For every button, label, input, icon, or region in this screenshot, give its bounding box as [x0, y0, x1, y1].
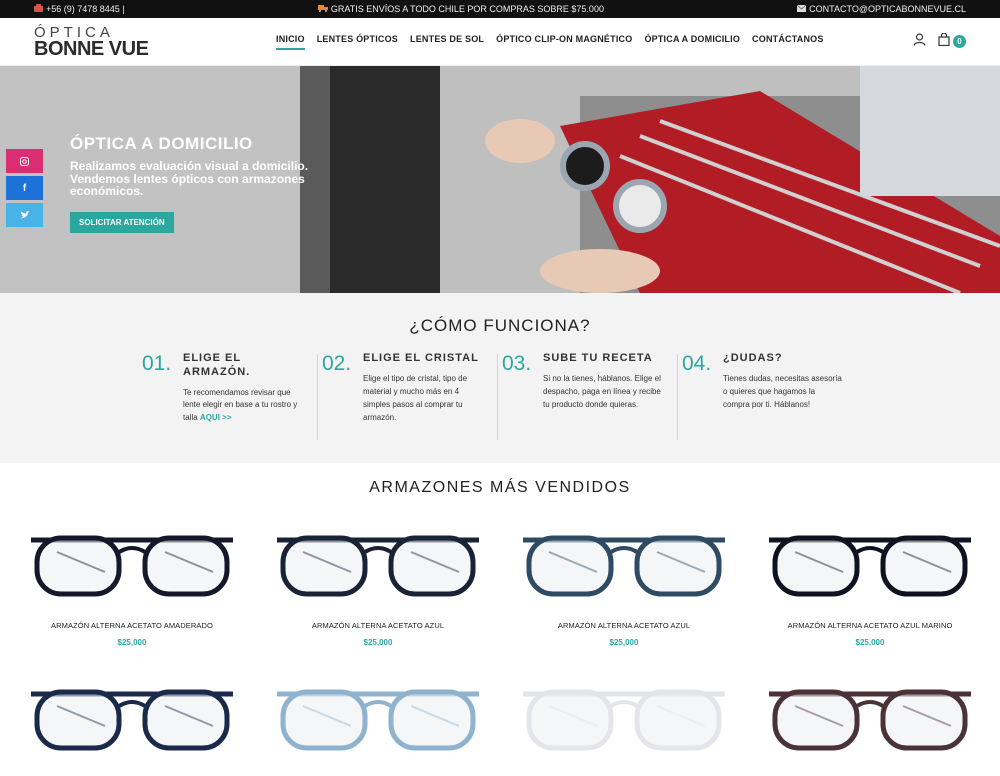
step-number: 01. — [142, 352, 172, 375]
top-bar: +56 (9) 7478 8445 | GRATIS ENVÍOS A TODO… — [0, 0, 1000, 18]
nav-item-lentes-de-sol[interactable]: LENTES DE SOL — [410, 34, 484, 50]
nav-item-lentes-opticos[interactable]: LENTES ÓPTICOS — [317, 34, 398, 50]
step-title: ELIGE EL ARMAZÓN. — [183, 352, 251, 378]
header-actions: 0 — [913, 31, 966, 51]
step-item: 02. ELIGE EL CRISTAL Elige el tipo de cr… — [317, 352, 500, 441]
best-sellers-section: ARMAZONES MÁS VENDIDOS ARMAZÓN ALTERNA A… — [0, 463, 1000, 776]
step-number: 04. — [682, 352, 712, 375]
hero-banner: f ÓPTICA A DOMICILIO Realizamos evaluaci… — [0, 66, 1000, 293]
product-image[interactable] — [501, 517, 747, 611]
nav-item-contactanos[interactable]: CONTÁCTANOS — [752, 34, 824, 50]
step-text: Si no la tienes, háblanos. Elige el desp… — [543, 373, 661, 409]
step-item: 04. ¿DUDAS? Tienes dudas, necesitas ases… — [677, 352, 860, 441]
hero-subtitle: Realizamos evaluación visual a domicilio… — [70, 159, 309, 199]
promo-text: GRATIS ENVÍOS A TODO CHILE POR COMPRAS S… — [330, 4, 604, 14]
product-name[interactable]: ARMAZÓN ALTERNA ACETATO AZUL MARINO — [747, 621, 993, 630]
product-price: $25,000 — [363, 638, 393, 647]
eyeglasses-frame-image — [769, 689, 971, 751]
product-price: $25,000 — [609, 638, 639, 647]
site-header: ÓPTICA BONNE VUE INICIO LENTES ÓPTICOS L… — [0, 18, 1000, 66]
product-image[interactable] — [255, 517, 501, 611]
product-card[interactable]: ARMAZÓN ALTERNA ACETATO AMADERADO $25,000 — [9, 517, 255, 657]
phone-text: +56 (9) 7478 8445 | — [46, 4, 125, 14]
product-image[interactable] — [747, 517, 993, 611]
social-links: f — [6, 149, 43, 227]
product-image[interactable] — [9, 517, 255, 611]
steps-list: 01. ELIGE EL ARMAZÓN. Te recomendamos re… — [0, 352, 1000, 441]
eyeglasses-frame-image — [31, 535, 233, 597]
email-contact[interactable]: CONTACTO@OPTICABONNEVUE.CL — [796, 4, 966, 14]
cart-count-badge: 0 — [953, 35, 966, 48]
product-name[interactable]: ARMAZÓN ALTERNA ACETATO AZUL — [501, 621, 747, 630]
nav-item-clip-on[interactable]: ÓPTICO CLIP-ON MAGNÉTICO — [496, 34, 632, 50]
product-image[interactable] — [9, 671, 255, 765]
nav-item-inicio[interactable]: INICIO — [276, 34, 305, 50]
step-item: 01. ELIGE EL ARMAZÓN. Te recomendamos re… — [140, 352, 320, 425]
instagram-icon[interactable] — [6, 149, 43, 173]
product-card[interactable] — [255, 671, 501, 776]
eyeglasses-frame-image — [277, 689, 479, 751]
account-icon[interactable] — [913, 32, 926, 51]
logo-line2-wrap: BONNE VUE — [34, 39, 164, 59]
product-image[interactable] — [501, 671, 747, 765]
eyeglasses-frame-image — [31, 689, 233, 751]
step-number: 02. — [322, 352, 352, 375]
step-number: 03. — [502, 352, 532, 375]
hero-title: ÓPTICA A DOMICILIO — [70, 134, 253, 153]
eyeglasses-frame-image — [277, 535, 479, 597]
main-nav: INICIO LENTES ÓPTICOS LENTES DE SOL ÓPTI… — [276, 34, 824, 50]
product-image[interactable] — [747, 671, 993, 765]
eyeglasses-frame-image — [523, 689, 725, 751]
product-grid: ARMAZÓN ALTERNA ACETATO AMADERADO $25,000… — [0, 517, 1000, 776]
how-it-works-section: ¿CÓMO FUNCIONA? 01. ELIGE EL ARMAZÓN. Te… — [0, 293, 1000, 463]
product-card[interactable] — [501, 671, 747, 776]
best-sellers-title: ARMAZONES MÁS VENDIDOS — [369, 479, 631, 496]
logo-line2: BONNE VUE — [34, 37, 149, 60]
step-text: Elige el tipo de cristal, tipo de materi… — [363, 373, 468, 422]
email-text: CONTACTO@OPTICABONNEVUE.CL — [809, 4, 966, 14]
product-card[interactable] — [9, 671, 255, 776]
step-text-wrap: Te recomendamos revisar que lente elegir… — [183, 387, 303, 426]
product-card[interactable]: ARMAZÓN ALTERNA ACETATO AZUL $25,000 — [501, 517, 747, 657]
product-name[interactable]: ARMAZÓN ALTERNA ACETATO AMADERADO — [9, 621, 255, 630]
product-card[interactable]: ARMAZÓN ALTERNA ACETATO AZUL MARINO $25,0… — [747, 517, 993, 657]
step-title: SUBE TU RECETA — [543, 352, 653, 364]
product-card[interactable] — [747, 671, 993, 776]
phone-contact[interactable]: +56 (9) 7478 8445 | — [34, 4, 125, 14]
face-guide-link[interactable]: AQUI >> — [200, 413, 232, 422]
nav-item-optica-domicilio[interactable]: ÓPTICA A DOMICILIO — [644, 34, 740, 50]
eyeglasses-frame-image — [523, 535, 725, 597]
hero-content: ÓPTICA A DOMICILIO Realizamos evaluación… — [70, 134, 310, 233]
cart-icon — [938, 31, 950, 51]
promo-banner: GRATIS ENVÍOS A TODO CHILE POR COMPRAS S… — [317, 4, 604, 14]
request-attention-button[interactable]: SOLICITAR ATENCIÓN — [70, 211, 174, 233]
eyeglasses-frame-image — [769, 535, 971, 597]
site-logo[interactable]: ÓPTICA BONNE VUE — [34, 25, 164, 59]
mail-icon — [796, 4, 807, 14]
product-image[interactable] — [255, 671, 501, 765]
cart-button[interactable]: 0 — [938, 31, 966, 51]
step-text: Tienes dudas, necesitas asesoría o quier… — [723, 373, 842, 409]
product-card[interactable]: ARMAZÓN ALTERNA ACETATO AZUL $25,000 — [255, 517, 501, 657]
twitter-icon[interactable] — [6, 203, 43, 227]
product-price: $25,000 — [855, 638, 885, 647]
truck-icon — [317, 4, 328, 14]
step-item: 03. SUBE TU RECETA Si no la tienes, hábl… — [497, 352, 680, 441]
step-title: ELIGE EL CRISTAL — [363, 352, 479, 364]
how-title: ¿CÓMO FUNCIONA? — [409, 316, 591, 335]
product-price: $25,000 — [117, 638, 147, 647]
phone-icon — [34, 4, 43, 14]
product-name[interactable]: ARMAZÓN ALTERNA ACETATO AZUL — [255, 621, 501, 630]
step-title: ¿DUDAS? — [723, 352, 783, 364]
facebook-icon[interactable]: f — [6, 176, 43, 200]
